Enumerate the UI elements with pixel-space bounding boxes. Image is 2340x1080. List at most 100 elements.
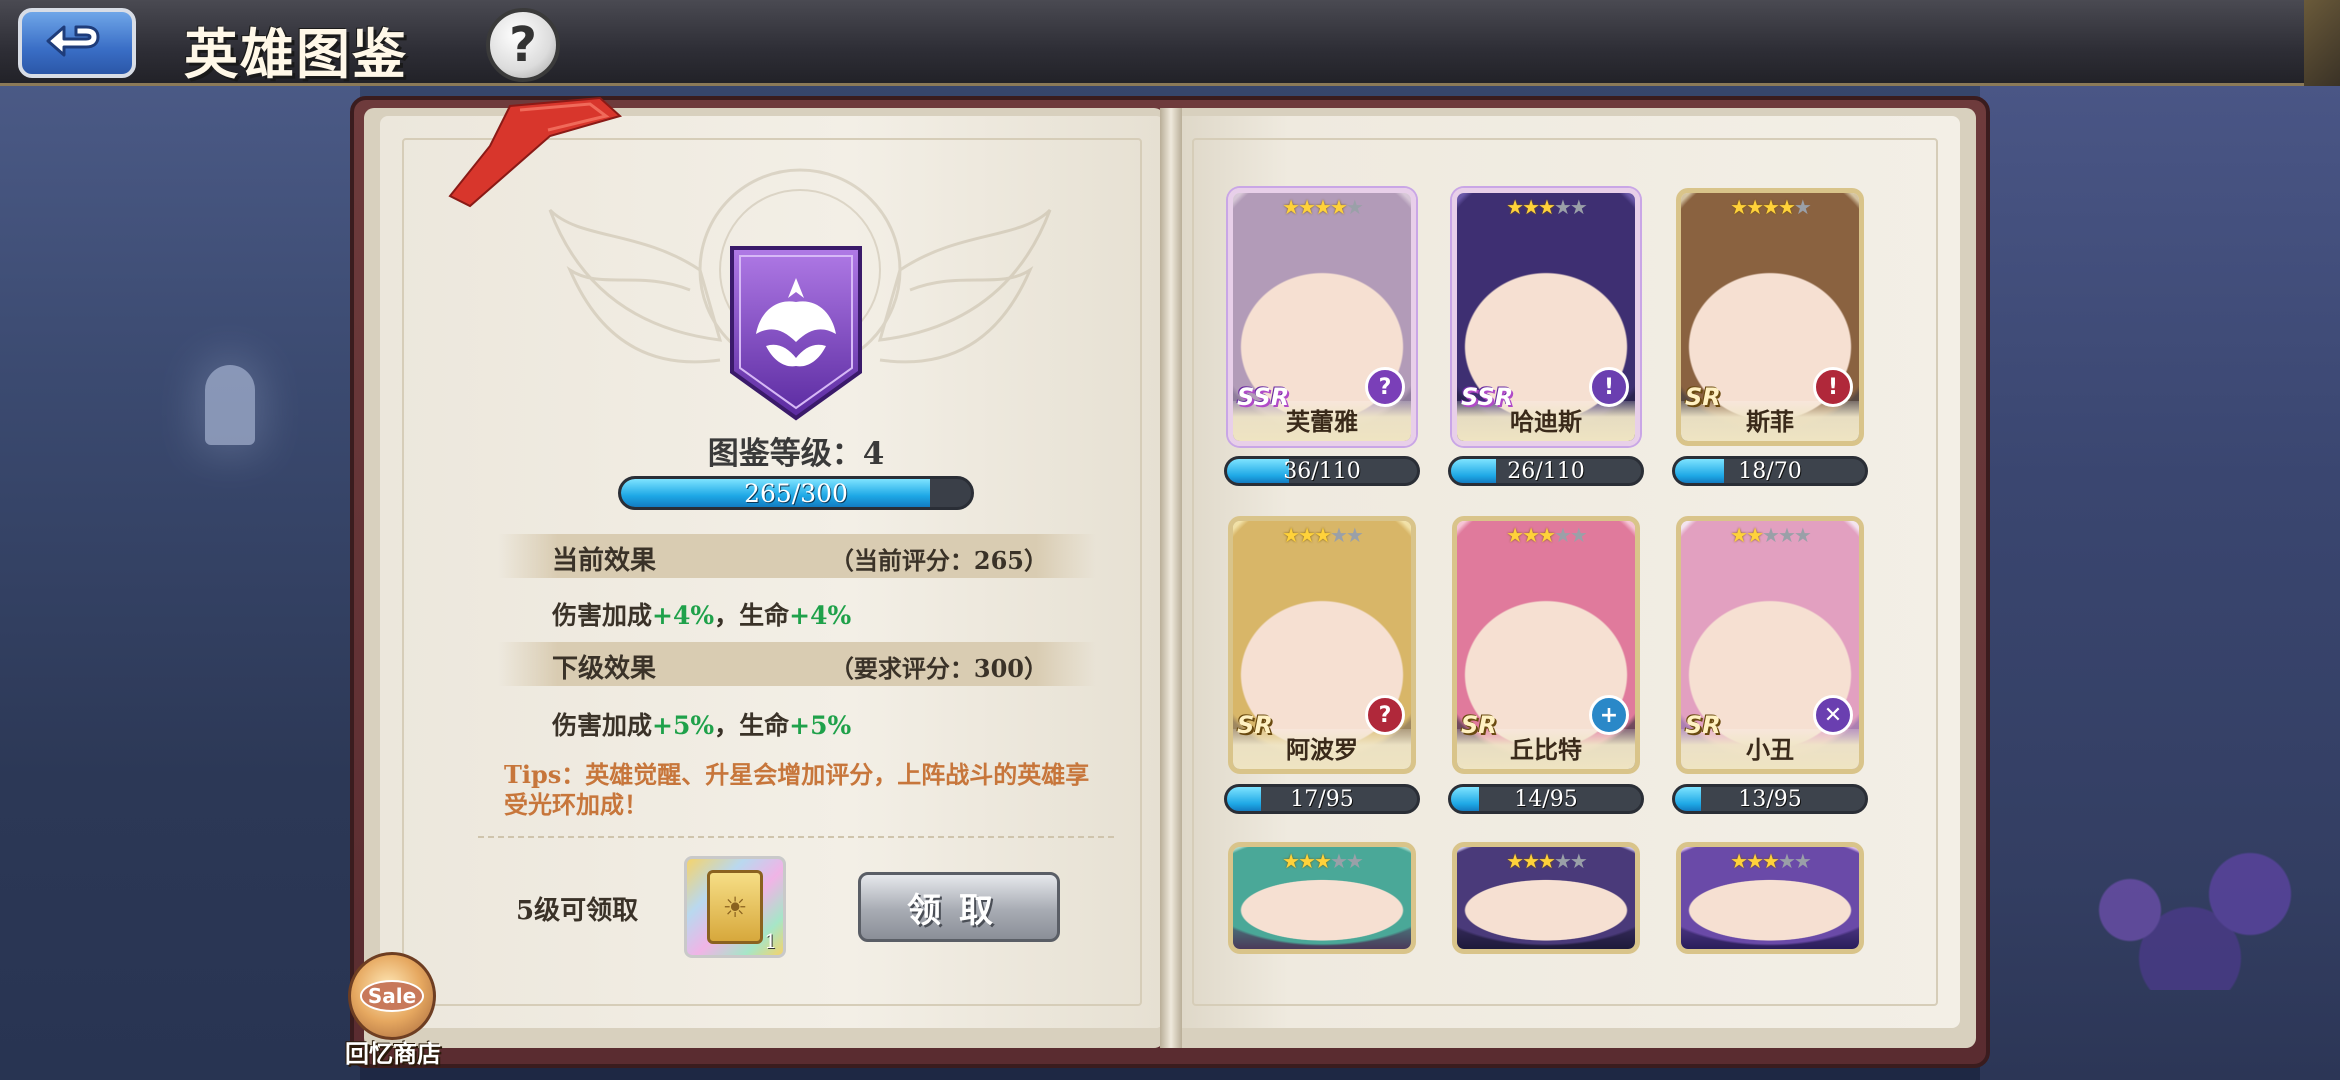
star-filled-icon: ★: [1746, 523, 1764, 547]
star-filled-icon: ★: [1314, 523, 1332, 547]
hero-entry[interactable]: ★★★★★ SR + 丘比特 14/95: [1448, 516, 1644, 814]
hero-progress-bar: 13/95: [1672, 784, 1868, 814]
hero-card[interactable]: ★★★★★ SR ✕ 小丑: [1676, 516, 1864, 774]
hero-stars: ★★★★★: [1457, 523, 1635, 547]
hero-name: 阿波罗: [1286, 735, 1358, 764]
hero-stars: ★★★★★: [1681, 523, 1859, 547]
collection-xp-bar: 265/300: [618, 476, 974, 510]
hero-stars: ★★★★★: [1457, 195, 1635, 219]
reward-label: 5级可领取: [516, 896, 639, 926]
background-flowers: [2040, 830, 2340, 990]
hero-progress-text: 17/95: [1290, 786, 1354, 812]
current-effect-line: 伤害加成+4%，生命+4%: [552, 601, 852, 630]
hero-card[interactable]: ★★★★★ SSR? 芙蕾雅: [1228, 188, 1416, 446]
star-filled-icon: ★: [1522, 195, 1540, 219]
hero-progress-text: 26/110: [1507, 458, 1585, 484]
star-empty-icon: ★: [1777, 849, 1796, 873]
hero-name: 芙蕾雅: [1286, 407, 1358, 436]
star-filled-icon: ★: [1730, 849, 1748, 873]
hero-card[interactable]: ★★★★★ SSR! 哈迪斯: [1452, 188, 1640, 446]
star-filled-icon: ★: [1746, 849, 1764, 873]
current-effect-header: 当前效果 （当前评分：265）: [498, 534, 1096, 578]
star-filled-icon: ★: [1282, 195, 1300, 219]
hero-progress-text: 36/110: [1283, 458, 1361, 484]
hero-progress-text: 13/95: [1738, 786, 1802, 812]
hero-name: 小丑: [1746, 735, 1794, 764]
hero-progress-bar: 26/110: [1448, 456, 1644, 486]
star-filled-icon: ★: [1762, 195, 1780, 219]
hero-card[interactable]: ★★★★★: [1228, 842, 1416, 954]
hero-stars: ★★★★★: [1233, 195, 1411, 219]
hero-stars: ★★★★★: [1681, 195, 1859, 219]
hero-class-icon: ✕: [1813, 695, 1853, 735]
reward-count: 1: [764, 929, 777, 953]
hero-entry[interactable]: ★★★★★ SSR! 哈迪斯 26/110: [1448, 188, 1644, 486]
hero-entry[interactable]: ★★★★★ SR? 阿波罗 17/95: [1224, 516, 1420, 814]
hero-progress-bar: 18/70: [1672, 456, 1868, 486]
background-window-light: [205, 365, 255, 445]
hero-stars: ★★★★★: [1681, 849, 1859, 873]
hero-progress-bar: 36/110: [1224, 456, 1420, 486]
hero-class-icon: ?: [1365, 367, 1405, 407]
star-empty-icon: ★: [1553, 195, 1572, 219]
hero-card[interactable]: ★★★★★ SR! 斯菲: [1676, 188, 1864, 446]
hero-entry[interactable]: ★★★★★: [1676, 842, 1864, 954]
star-empty-icon: ★: [1329, 849, 1348, 873]
star-empty-icon: ★: [1793, 195, 1812, 219]
star-empty-icon: ★: [1553, 523, 1572, 547]
hero-entry[interactable]: ★★★★★ SR! 斯菲 18/70: [1672, 188, 1868, 486]
hero-stars: ★★★★★: [1233, 523, 1411, 547]
hero-progress-bar: 17/95: [1224, 784, 1420, 814]
background-left: [0, 80, 360, 1080]
reward-item[interactable]: ☀ 1: [684, 856, 786, 958]
collection-level-label: 图鉴等级：4: [707, 436, 885, 472]
hero-class-icon: !: [1589, 367, 1629, 407]
help-button[interactable]: ?: [486, 8, 560, 82]
hero-class-icon: !: [1813, 367, 1853, 407]
collection-xp-text: 265/300: [744, 478, 848, 508]
star-filled-icon: ★: [1506, 523, 1524, 547]
star-empty-icon: ★: [1777, 523, 1796, 547]
collection-emblem-icon: [730, 246, 862, 421]
next-effect-score: （要求评分：300）: [829, 654, 1048, 683]
hero-card[interactable]: ★★★★★: [1676, 842, 1864, 954]
shop-icon: Sale: [348, 952, 436, 1040]
star-filled-icon: ★: [1538, 849, 1556, 873]
star-filled-icon: ★: [1282, 523, 1300, 547]
next-effect-title: 下级效果: [552, 654, 657, 684]
sale-badge: Sale: [359, 980, 425, 1012]
hero-stars: ★★★★★: [1233, 849, 1411, 873]
back-button[interactable]: [18, 8, 136, 78]
hero-card[interactable]: ★★★★★ SR? 阿波罗: [1228, 516, 1416, 774]
star-filled-icon: ★: [1314, 195, 1332, 219]
hero-entry[interactable]: ★★★★★ SSR? 芙蕾雅 36/110: [1224, 188, 1420, 486]
hero-entry[interactable]: ★★★★★ SR ✕ 小丑 13/95: [1672, 516, 1868, 814]
star-filled-icon: ★: [1522, 523, 1540, 547]
page-title: 英雄图鉴: [184, 22, 408, 86]
claim-button[interactable]: 领取: [858, 872, 1060, 942]
tips-text: Tips：英雄觉醒、升星会增加评分，上阵战斗的英雄享受光环加成！: [504, 760, 1090, 819]
hero-card[interactable]: ★★★★★: [1452, 842, 1640, 954]
book-spine: [1160, 108, 1182, 1048]
star-empty-icon: ★: [1569, 523, 1588, 547]
star-empty-icon: ★: [1793, 849, 1812, 873]
divider: [478, 836, 1114, 838]
star-filled-icon: ★: [1522, 849, 1540, 873]
reward-card-icon: ☀: [707, 870, 763, 944]
star-filled-icon: ★: [1746, 195, 1764, 219]
hero-card[interactable]: ★★★★★ SR + 丘比特: [1452, 516, 1640, 774]
star-empty-icon: ★: [1569, 849, 1588, 873]
star-empty-icon: ★: [1569, 195, 1588, 219]
memory-shop-button[interactable]: Sale 回忆商店: [334, 950, 452, 1070]
star-empty-icon: ★: [1345, 195, 1364, 219]
hero-name: 哈迪斯: [1510, 407, 1582, 436]
star-filled-icon: ★: [1777, 195, 1796, 219]
star-empty-icon: ★: [1345, 849, 1364, 873]
top-bar: 英雄图鉴 ?: [0, 0, 2340, 86]
hero-entry[interactable]: ★★★★★: [1452, 842, 1640, 954]
hero-progress-text: 14/95: [1514, 786, 1578, 812]
star-filled-icon: ★: [1762, 849, 1780, 873]
corner-decoration: [2304, 0, 2340, 86]
star-filled-icon: ★: [1298, 523, 1316, 547]
hero-entry[interactable]: ★★★★★: [1228, 842, 1416, 954]
